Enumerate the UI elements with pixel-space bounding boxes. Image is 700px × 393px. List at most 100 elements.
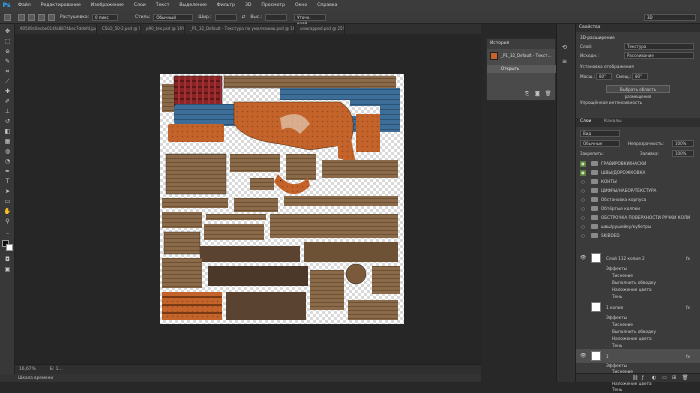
path-selection-icon[interactable]: ➤: [3, 188, 12, 196]
layer-group-row[interactable]: ○ Обтёртые колпки: [576, 205, 700, 214]
effects-row[interactable]: Эффекты: [576, 314, 700, 321]
visibility-eye-icon[interactable]: ○: [580, 206, 586, 212]
effect-row[interactable]: Выполнить обводку: [576, 279, 700, 286]
effect-row[interactable]: Тень: [576, 387, 700, 393]
visibility-eye-icon[interactable]: 👁: [580, 255, 586, 261]
history-title[interactable]: История: [487, 39, 555, 49]
add-selection-icon[interactable]: [28, 13, 35, 21]
menu-image[interactable]: Изображение: [86, 0, 129, 11]
document-canvas[interactable]: [160, 74, 404, 324]
layer-group-row[interactable]: ○ Обстановка корпуса: [576, 196, 700, 205]
type-tool-icon[interactable]: T: [3, 178, 12, 186]
layer-group-name[interactable]: ЦИФРЫ/НАБОР/ТЕКСТУРА: [601, 187, 656, 195]
apply-placement-button[interactable]: Выбрать область размещения: [606, 85, 670, 99]
tab-channels[interactable]: Каналы: [604, 119, 622, 124]
tab-layers[interactable]: Слои: [580, 119, 591, 124]
layer-name[interactable]: Слой 112 копия 2: [606, 255, 645, 263]
layer-group-name[interactable]: Обстановка корпуса: [601, 196, 646, 204]
fx-icon[interactable]: fx: [686, 353, 690, 361]
effect-row[interactable]: Наложение цвета: [576, 286, 700, 293]
layer-group-row[interactable]: ○ SKIBDED: [576, 232, 700, 241]
eraser-tool-icon[interactable]: ◧: [3, 128, 12, 136]
tab-document-4[interactable]: _P1_32_Default - Текстура по умолчанию.p…: [185, 24, 295, 34]
new-layer-icon[interactable]: ⊞: [672, 375, 676, 381]
effect-row[interactable]: Выполнить обводку: [576, 328, 700, 335]
layer-kind-filter[interactable]: Вид: [580, 130, 620, 137]
new-snapshot-icon[interactable]: ⎘: [525, 91, 529, 97]
style-select[interactable]: Обычный: [153, 13, 194, 21]
layer-select[interactable]: Текстура: [624, 43, 694, 50]
layer-row[interactable]: 👁 Слой 112 копия 2 fx: [576, 251, 700, 265]
source-select[interactable]: Рассеивание: [624, 52, 694, 59]
u-input[interactable]: 80°: [596, 73, 612, 80]
v-input[interactable]: 80°: [632, 73, 648, 80]
refine-edge-button[interactable]: Уточн. край...: [294, 13, 327, 26]
blur-tool-icon[interactable]: ◍: [3, 148, 12, 156]
menu-select[interactable]: Выделение: [174, 0, 211, 11]
trash-icon[interactable]: 🗑: [545, 91, 551, 97]
properties-title[interactable]: Свойства: [576, 24, 700, 32]
tab-document-1[interactable]: 90509c0ecbe014fa8874bec7ddefd.jpg @ 50% …: [15, 24, 97, 34]
effects-row[interactable]: Эффекты: [576, 265, 700, 272]
visibility-eye-icon[interactable]: ○: [580, 224, 586, 230]
snapshot-thumbnail[interactable]: [490, 52, 498, 60]
history-panel-icon[interactable]: ⟲: [562, 44, 567, 51]
quick-selection-icon[interactable]: ✎: [3, 58, 12, 66]
gradient-tool-icon[interactable]: ▦: [3, 138, 12, 146]
menu-view[interactable]: Просмотр: [256, 0, 290, 11]
layer-group-name[interactable]: КОНТЫ: [601, 178, 617, 186]
menu-file[interactable]: Файл: [13, 0, 36, 11]
layer-group-row[interactable]: ○ ЦИФРЫ/НАБОР/ТЕКСТУРА: [576, 187, 700, 196]
layer-row-selected[interactable]: 👁 1 fx: [576, 349, 700, 363]
history-brush-icon[interactable]: ↺: [3, 118, 12, 126]
menu-help[interactable]: Справка: [312, 0, 342, 11]
new-selection-icon[interactable]: [18, 13, 25, 21]
visibility-eye-icon[interactable]: ○: [580, 197, 586, 203]
workspace-select[interactable]: 3D: [644, 13, 696, 21]
layer-group-row[interactable]: ● ГРАВИРОВКИ/НАСКИ: [576, 160, 700, 169]
visibility-eye-icon[interactable]: ○: [580, 188, 586, 194]
zoom-tool-icon[interactable]: ⚲: [3, 218, 12, 226]
tab-document-5[interactable]: unwrapped.psd @ 25% (RGB/8): [295, 24, 345, 34]
menu-layers[interactable]: Слои: [129, 0, 151, 11]
add-mask-icon[interactable]: ◐: [652, 375, 656, 381]
effect-row[interactable]: Тень: [576, 293, 700, 300]
link-layers-icon[interactable]: ⛓: [632, 375, 638, 381]
hand-tool-icon[interactable]: ✋: [3, 208, 12, 216]
width-input[interactable]: [214, 13, 237, 21]
layer-row[interactable]: 1 копия fx: [576, 300, 700, 314]
eyedropper-tool-icon[interactable]: ⟋: [3, 78, 12, 86]
quick-mask-icon[interactable]: ◘: [3, 256, 12, 264]
intersect-selection-icon[interactable]: [48, 13, 55, 21]
tab-document-2[interactable]: CSLO_50-2.psd @ 16% (RGB/8): [97, 24, 141, 34]
layer-group-row[interactable]: ○ КОНТЫ: [576, 178, 700, 187]
layer-name[interactable]: 1: [606, 353, 609, 361]
trash-icon[interactable]: 🗑: [682, 375, 688, 381]
crop-tool-icon[interactable]: ⌗: [3, 68, 12, 76]
history-state-open[interactable]: Открыть: [487, 65, 557, 73]
marquee-tool-icon[interactable]: [4, 13, 11, 21]
layer-group-row[interactable]: ● ШВЫ/ДОРОЖКОВКА: [576, 169, 700, 178]
pen-tool-icon[interactable]: ✒: [3, 168, 12, 176]
visibility-eye-icon[interactable]: ○: [580, 179, 586, 185]
timeline-panel-tab[interactable]: Шкала времени: [0, 374, 481, 382]
dodge-tool-icon[interactable]: ◔: [3, 158, 12, 166]
marquee-tool-icon[interactable]: ⬚: [3, 38, 12, 46]
lasso-tool-icon[interactable]: ɷ: [3, 48, 12, 56]
add-style-icon[interactable]: ƒ: [642, 375, 644, 381]
fx-icon[interactable]: fx: [686, 255, 690, 263]
healing-brush-icon[interactable]: ✚: [3, 88, 12, 96]
effect-row[interactable]: Наложение цвета: [576, 335, 700, 342]
menu-filter[interactable]: Фильтр: [212, 0, 240, 11]
visibility-eye-icon[interactable]: ●: [580, 170, 586, 176]
layer-group-name[interactable]: ШВЫ/ДОРОЖКОВКА: [601, 169, 645, 177]
photoshop-logo-icon[interactable]: Ps: [0, 0, 13, 11]
menu-window[interactable]: Окно: [290, 0, 312, 11]
menu-edit[interactable]: Редактирование: [36, 0, 86, 11]
blend-mode-select[interactable]: Обычные: [580, 140, 620, 147]
visibility-eye-icon[interactable]: ○: [580, 233, 586, 239]
more-tools-icon[interactable]: ···: [3, 230, 12, 238]
visibility-eye-icon[interactable]: 👁: [580, 353, 586, 359]
layer-group-row[interactable]: ○ швы/рушейку/кубетры: [576, 223, 700, 232]
clone-stamp-icon[interactable]: ⊥: [3, 108, 12, 116]
